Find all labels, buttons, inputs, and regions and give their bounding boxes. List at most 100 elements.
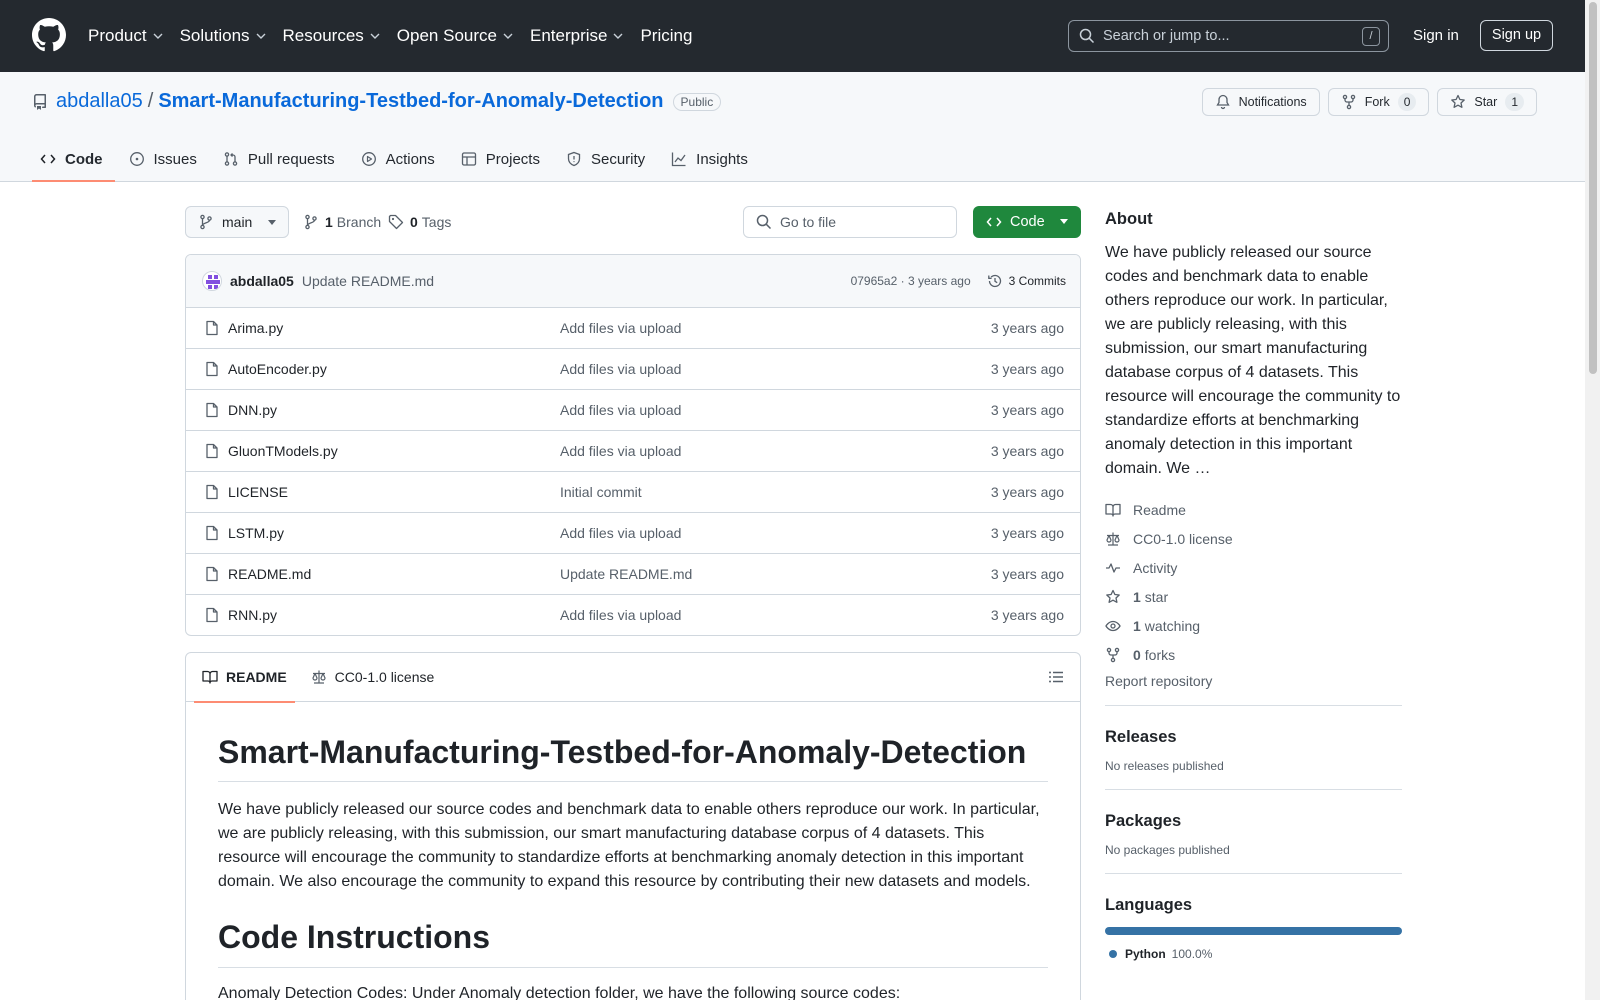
file-commit-date: 3 years ago — [990, 443, 1064, 459]
file-name[interactable]: AutoEncoder.py — [228, 361, 327, 377]
global-header: Product Solutions Resources Open Source … — [0, 0, 1585, 72]
star-button[interactable]: Star 1 — [1437, 88, 1537, 116]
file-row[interactable]: RNN.py Add files via upload 3 years ago — [186, 595, 1080, 635]
sign-in-link[interactable]: Sign in — [1413, 27, 1459, 44]
languages-heading: Languages — [1105, 896, 1193, 914]
report-repository-link[interactable]: Report repository — [1105, 673, 1402, 689]
commit-author[interactable]: abdalla05 — [230, 273, 294, 289]
activity-link-label: Activity — [1133, 559, 1178, 576]
file-name[interactable]: Arima.py — [228, 320, 283, 336]
license-link-label: CC0-1.0 license — [1133, 530, 1233, 547]
github-logo-icon[interactable] — [32, 18, 66, 52]
tab-pull-requests[interactable]: Pull requests — [215, 136, 347, 182]
file-commit-date: 3 years ago — [990, 566, 1064, 582]
page-scrollbar-thumb[interactable] — [1589, 2, 1597, 374]
file-name[interactable]: RNN.py — [228, 607, 277, 623]
readme-content: Smart-Manufacturing-Testbed-for-Anomaly-… — [186, 733, 1080, 1000]
repo-header: abdalla05 / Smart-Manufacturing-Testbed-… — [0, 72, 1585, 182]
repo-sidebar: About We have publicly released our sour… — [1105, 210, 1402, 961]
forks-link[interactable]: 0 forks — [1105, 640, 1402, 669]
tab-projects[interactable]: Projects — [453, 136, 552, 182]
releases-heading[interactable]: Releases — [1105, 728, 1402, 747]
commit-hash-and-time[interactable]: 07965a2 · 3 years ago — [851, 274, 971, 288]
branch-selector[interactable]: main — [185, 206, 289, 238]
license-link[interactable]: CC0-1.0 license — [1105, 524, 1402, 553]
chevron-down-icon — [502, 30, 514, 42]
search-input[interactable]: Search or jump to... / — [1068, 20, 1389, 52]
watching-count: 1 — [1133, 617, 1141, 634]
branches-link[interactable]: 1 Branch — [303, 214, 381, 230]
eye-icon — [1105, 618, 1133, 634]
tab-insights[interactable]: Insights — [663, 136, 760, 182]
file-row[interactable]: Arima.py Add files via upload 3 years ag… — [186, 308, 1080, 349]
repo-name-link[interactable]: Smart-Manufacturing-Testbed-for-Anomaly-… — [158, 90, 663, 113]
file-row[interactable]: README.md Update README.md 3 years ago — [186, 554, 1080, 595]
file-commit-message[interactable]: Add files via upload — [560, 402, 681, 418]
file-icon — [204, 525, 220, 541]
fork-count: 0 — [1397, 93, 1417, 111]
file-row[interactable]: LSTM.py Add files via upload 3 years ago — [186, 513, 1080, 554]
tab-issues-label: Issues — [153, 150, 197, 168]
file-row[interactable]: AutoEncoder.py Add files via upload 3 ye… — [186, 349, 1080, 390]
git-branch-icon — [198, 214, 214, 230]
avatar[interactable] — [202, 271, 222, 291]
commit-meta: 07965a2 · 3 years ago 3 Commits — [851, 273, 1066, 289]
branch-count: 1 — [325, 214, 333, 230]
repo-owner-link[interactable]: abdalla05 — [56, 90, 143, 113]
stars-link[interactable]: 1 star — [1105, 582, 1402, 611]
readme-link[interactable]: Readme — [1105, 495, 1402, 524]
branch-name: main — [222, 214, 253, 230]
tags-link[interactable]: 0 Tags — [388, 214, 451, 230]
tab-actions[interactable]: Actions — [353, 136, 447, 182]
language-item[interactable]: Python 100.0% — [1109, 947, 1402, 961]
file-row[interactable]: LICENSE Initial commit 3 years ago — [186, 472, 1080, 513]
commits-link[interactable]: 3 Commits — [987, 273, 1066, 289]
go-to-file-input[interactable]: Go to file — [743, 206, 957, 238]
commit-message[interactable]: Update README.md — [302, 273, 434, 289]
file-name[interactable]: LICENSE — [228, 484, 288, 500]
file-row[interactable]: DNN.py Add files via upload 3 years ago — [186, 390, 1080, 431]
tab-issues[interactable]: Issues — [121, 136, 209, 182]
list-unordered-icon[interactable] — [1048, 669, 1064, 685]
repo-icon — [32, 93, 48, 110]
file-row[interactable]: GluonTModels.py Add files via upload 3 y… — [186, 431, 1080, 472]
tab-readme[interactable]: README — [194, 653, 295, 703]
fork-button[interactable]: Fork 0 — [1327, 88, 1430, 116]
file-commit-message[interactable]: Add files via upload — [560, 320, 681, 336]
file-commit-message[interactable]: Add files via upload — [560, 607, 681, 623]
file-commit-message[interactable]: Add files via upload — [560, 443, 681, 459]
visibility-badge: Public — [672, 92, 722, 111]
tab-code[interactable]: Code — [32, 136, 115, 182]
packages-heading[interactable]: Packages — [1105, 812, 1402, 831]
nav-enterprise[interactable]: Enterprise — [530, 26, 624, 46]
tab-security[interactable]: Security — [558, 136, 657, 182]
nav-open-source[interactable]: Open Source — [397, 26, 514, 46]
nav-resources[interactable]: Resources — [283, 26, 381, 46]
language-color-dot — [1109, 950, 1117, 958]
notifications-button[interactable]: Notifications — [1201, 88, 1320, 116]
language-percent: 100.0% — [1171, 947, 1213, 961]
file-commit-message[interactable]: Initial commit — [560, 484, 642, 500]
nav-product[interactable]: Product — [88, 26, 164, 46]
graph-icon — [671, 151, 696, 167]
fork-icon — [1341, 94, 1365, 110]
tag-count: 0 — [410, 214, 418, 230]
file-commit-message[interactable]: Add files via upload — [560, 361, 681, 377]
activity-link[interactable]: Activity — [1105, 553, 1402, 582]
file-commit-message[interactable]: Update README.md — [560, 566, 692, 582]
nav-solutions[interactable]: Solutions — [180, 26, 267, 46]
file-commit-date: 3 years ago — [990, 484, 1064, 500]
tab-insights-label: Insights — [696, 150, 748, 168]
watchers-link[interactable]: 1 watching — [1105, 611, 1402, 640]
file-name[interactable]: README.md — [228, 566, 311, 582]
file-commit-message[interactable]: Add files via upload — [560, 525, 681, 541]
nav-pricing[interactable]: Pricing — [640, 26, 692, 46]
code-dropdown-button[interactable]: Code — [973, 206, 1081, 238]
file-name[interactable]: LSTM.py — [228, 525, 284, 541]
file-name[interactable]: DNN.py — [228, 402, 277, 418]
tab-license[interactable]: CC0-1.0 license — [303, 653, 443, 702]
file-name[interactable]: GluonTModels.py — [228, 443, 338, 459]
sign-up-button[interactable]: Sign up — [1480, 20, 1553, 51]
git-branch-icon — [303, 214, 319, 230]
tab-pull-requests-label: Pull requests — [247, 150, 335, 168]
